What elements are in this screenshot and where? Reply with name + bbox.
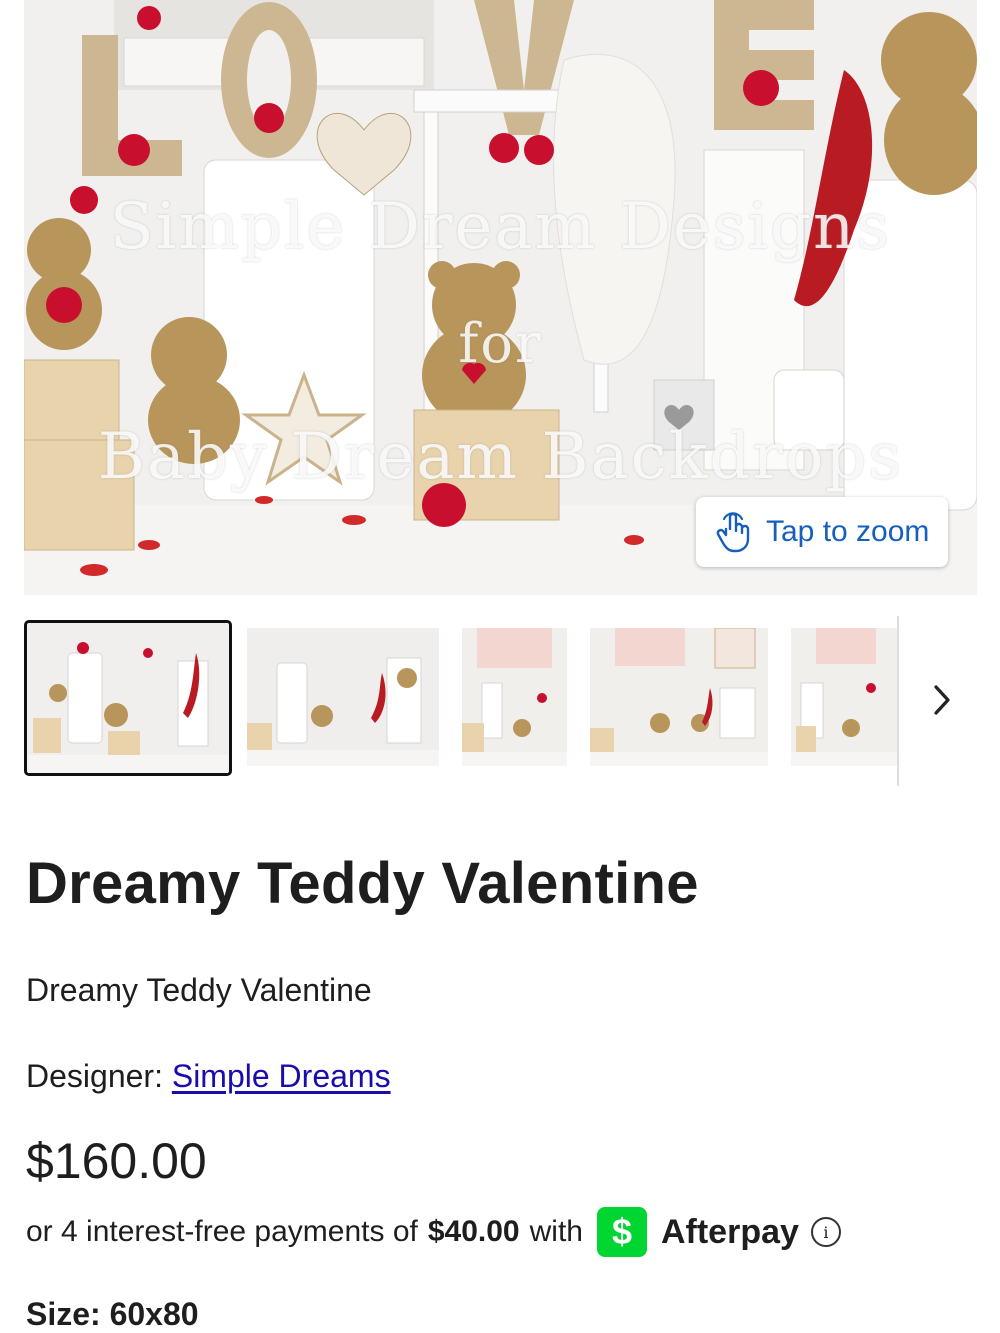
designer-link[interactable]: Simple Dreams (172, 1058, 391, 1094)
designer-label: Designer: (26, 1058, 172, 1094)
afterpay-brand: Afterpay (660, 1212, 799, 1251)
thumbnail-1[interactable] (24, 620, 232, 776)
size-selection-label: Size: 60x80 (26, 1296, 199, 1332)
designer-line: Designer: Simple Dreams (26, 1058, 391, 1095)
info-icon[interactable]: i (810, 1217, 841, 1247)
product-description: Dreamy Teddy Valentine (26, 972, 372, 1008)
thumbnail-4[interactable] (590, 628, 768, 766)
thumbnail-3[interactable] (462, 628, 567, 766)
chevron-right-icon (934, 685, 950, 715)
thumbnail-image (28, 623, 228, 773)
tap-to-zoom-label: Tap to zoom (766, 515, 930, 548)
gallery-next-button[interactable] (920, 678, 964, 722)
gallery-divider (897, 616, 899, 786)
thumbnail-2[interactable] (247, 628, 439, 766)
thumbnail-image (791, 628, 899, 766)
tap-to-zoom-button[interactable]: Tap to zoom (696, 497, 948, 567)
cashapp-icon: $ (596, 1207, 647, 1257)
product-title: Dreamy Teddy Valentine (26, 851, 699, 916)
product-price: $160.00 (26, 1133, 207, 1189)
installment-suffix: with (529, 1215, 583, 1248)
afterpay-installments: or 4 interest-free payments of $40.00 wi… (26, 1204, 986, 1260)
thumbnail-image (462, 628, 567, 766)
installment-amount: $40.00 (427, 1215, 520, 1248)
thumbnail-image (590, 628, 768, 766)
thumbnail-5[interactable] (791, 628, 899, 766)
installment-prefix: or 4 interest-free payments of (26, 1215, 418, 1248)
thumbnail-image (247, 628, 439, 766)
thumbnail-gallery (24, 620, 900, 785)
tap-hand-icon (716, 512, 750, 553)
